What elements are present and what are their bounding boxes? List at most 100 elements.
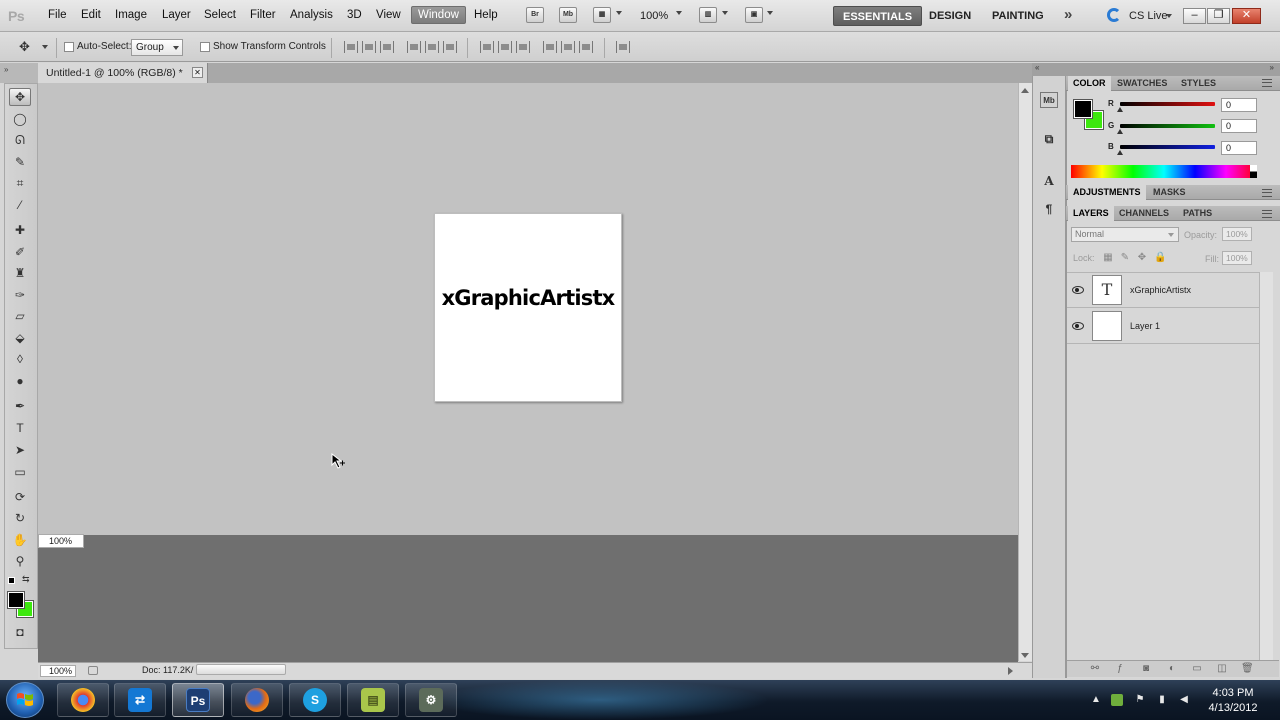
scroll-down-icon[interactable] [1021,653,1029,658]
distribute-vertical-center-icon[interactable] [498,41,512,53]
adjustment-layer-icon[interactable]: ◐ [1166,663,1178,674]
hand-tool-icon[interactable]: ✋ [11,532,29,548]
network-icon[interactable]: ▮ [1156,694,1168,706]
path-selection-tool-icon[interactable]: ➤ [11,442,29,458]
view-extras-caret-icon[interactable] [616,11,622,15]
black-white-ramp[interactable] [1250,165,1257,178]
new-layer-icon[interactable]: ◫ [1216,663,1228,674]
add-mask-icon[interactable]: ◙ [1140,663,1152,674]
blur-tool-icon[interactable]: ◊ [11,351,29,367]
menu-filter[interactable]: Filter [250,9,276,21]
volume-icon[interactable]: ◀ [1178,694,1190,706]
panels-collapse-icon[interactable]: » [1066,63,1280,76]
align-top-icon[interactable] [344,41,358,53]
layers-scrollbar[interactable] [1259,272,1273,660]
adjustments-panel-menu-icon[interactable] [1262,189,1272,197]
zoom-caret-icon[interactable] [676,11,682,15]
paint-bucket-tool-icon[interactable]: ⬙ [11,330,29,346]
auto-align-layers-icon[interactable] [616,41,630,53]
menu-layer[interactable]: Layer [162,9,191,21]
align-vertical-center-icon[interactable] [362,41,376,53]
move-tool-preset-icon[interactable]: ✥ [19,39,30,55]
minimize-button[interactable]: – [1183,8,1206,24]
workspace-painting[interactable]: PAINTING [983,6,1053,26]
lock-image-pixels-icon[interactable]: ✎ [1120,253,1130,263]
tab-swatches[interactable]: SWATCHES [1112,76,1172,91]
document-tab-close-icon[interactable]: ✕ [192,67,203,78]
menu-window[interactable]: Window [411,6,466,24]
tab-styles[interactable]: STYLES [1176,76,1221,91]
dodge-tool-icon[interactable]: ● [11,373,29,389]
pen-tool-icon[interactable]: ✒ [11,398,29,414]
layer-style-icon[interactable]: ƒ [1114,663,1126,674]
brush-tool-icon[interactable]: ✐ [11,244,29,260]
lasso-tool-icon[interactable]: ᘏ [11,132,29,148]
blue-slider-thumb[interactable] [1117,150,1123,155]
scroll-up-icon[interactable] [1021,88,1029,93]
red-slider-thumb[interactable] [1117,107,1123,112]
workspace-design[interactable]: DESIGN [920,6,980,26]
quick-selection-tool-icon[interactable]: ✎ [11,154,29,170]
arrange-documents-icon[interactable]: ▥ [699,7,717,23]
lock-transparent-pixels-icon[interactable]: ▦ [1103,253,1113,263]
distribute-horizontal-center-icon[interactable] [561,41,575,53]
red-slider[interactable] [1120,102,1215,106]
auto-select-caret-icon[interactable] [173,46,179,50]
clone-stamp-tool-icon[interactable]: ♜ [11,265,29,281]
green-slider-thumb[interactable] [1117,129,1123,134]
spot-healing-brush-tool-icon[interactable]: ✚ [11,222,29,238]
move-tool-icon[interactable]: ✥ [9,88,31,106]
screen-mode-icon[interactable]: ▣ [745,7,763,23]
color-panel-foreground-swatch[interactable] [1073,99,1093,119]
align-left-icon[interactable] [407,41,421,53]
3d-rotate-tool-icon[interactable]: ⟳ [11,489,29,505]
tab-layers[interactable]: LAYERS [1068,206,1114,221]
eraser-tool-icon[interactable]: ▱ [11,308,29,324]
workspace-essentials[interactable]: ESSENTIALS [833,6,923,26]
distribute-right-icon[interactable] [579,41,593,53]
show-hidden-icons-icon[interactable]: ▲ [1090,694,1102,706]
green-value-field[interactable]: 0 [1221,119,1257,133]
color-panel-menu-icon[interactable] [1262,79,1272,87]
cs-live-caret-icon[interactable] [1166,14,1172,18]
tray-app-icon[interactable] [1111,694,1123,706]
menu-select[interactable]: Select [204,9,236,21]
mini-bridge-button[interactable]: Mb [559,7,577,23]
action-center-flag-icon[interactable]: ⚑ [1134,694,1146,706]
3d-orbit-tool-icon[interactable]: ↻ [11,510,29,526]
tools-collapse-icon[interactable]: » [0,63,38,83]
close-button[interactable]: ✕ [1232,8,1261,24]
color-spectrum-ramp[interactable] [1071,165,1257,178]
crop-tool-icon[interactable]: ⌗ [11,175,29,191]
blue-value-field[interactable]: 0 [1221,141,1257,155]
screen-mode-caret-icon[interactable] [767,11,773,15]
document-tab[interactable]: Untitled-1 @ 100% (RGB/8) * [38,63,208,83]
layer-visibility-eye-icon[interactable] [1072,322,1084,330]
show-transform-checkbox[interactable] [200,42,210,52]
paragraph-panel-icon[interactable]: ¶ [1040,201,1058,217]
blue-slider[interactable] [1120,145,1215,149]
scroll-right-icon[interactable] [1008,667,1013,675]
layer-name[interactable]: Layer 1 [1130,321,1160,331]
system-clock[interactable]: 4:03 PM 4/13/2012 [1198,686,1268,716]
quick-mask-icon[interactable]: ◘ [11,624,29,640]
canvas-text-layer[interactable]: xGraphicArtistx [435,286,621,310]
align-right-icon[interactable] [443,41,457,53]
layers-panel-menu-icon[interactable] [1262,210,1272,218]
align-horizontal-center-icon[interactable] [425,41,439,53]
status-menu-icon[interactable] [88,666,98,675]
tab-channels[interactable]: CHANNELS [1114,206,1174,221]
swap-colors-icon[interactable]: ⇆ [22,574,30,585]
elliptical-marquee-tool-icon[interactable]: ◯ [11,111,29,127]
red-value-field[interactable]: 0 [1221,98,1257,112]
green-slider[interactable] [1120,124,1215,128]
arrange-caret-icon[interactable] [722,11,728,15]
menu-image[interactable]: Image [115,9,147,21]
zoom-tool-icon[interactable]: ⚲ [11,553,29,569]
menu-edit[interactable]: Edit [81,9,101,21]
fill-field[interactable]: 100% [1222,251,1252,265]
restore-button[interactable]: ❐ [1207,8,1230,24]
vertical-scrollbar[interactable] [1018,83,1032,661]
layer-visibility-eye-icon[interactable] [1072,286,1084,294]
link-layers-icon[interactable]: ⚯ [1089,663,1101,674]
